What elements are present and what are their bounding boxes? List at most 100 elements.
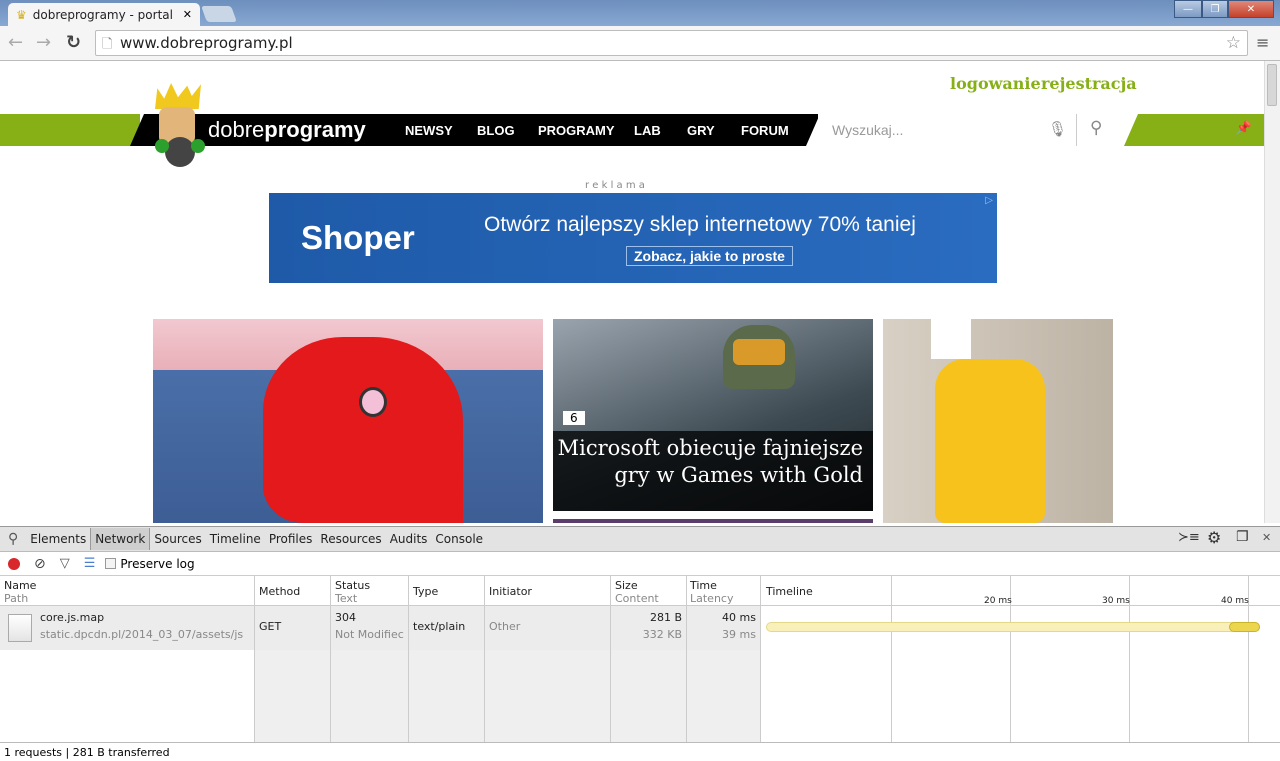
menu-icon[interactable]: ≡ <box>1256 33 1269 52</box>
tab-elements[interactable]: Elements <box>26 528 90 550</box>
header-bar-left <box>0 114 140 146</box>
scrollbar-thumb[interactable] <box>1267 64 1277 106</box>
forward-icon[interactable]: → <box>36 32 51 53</box>
request-name[interactable]: core.js.map <box>40 610 104 626</box>
header-name-label: Name <box>4 579 37 592</box>
divider <box>1076 114 1077 146</box>
article-image-dinosaur[interactable] <box>153 319 543 523</box>
header-content-label: Content <box>615 592 659 605</box>
register-link[interactable]: rejestracja <box>1041 74 1137 93</box>
title-line-1: Microsoft obiecuje fajniejsze <box>557 436 863 460</box>
back-icon[interactable]: ← <box>8 32 23 53</box>
header-size[interactable]: Size Content <box>615 579 659 605</box>
ad-cta-button[interactable]: Zobacz, jakie to proste <box>626 246 793 266</box>
timeline-latency-bar[interactable] <box>766 622 1260 632</box>
timeline-download-bar[interactable] <box>1229 622 1260 632</box>
tab-resources[interactable]: Resources <box>316 528 385 550</box>
reload-icon[interactable]: ↻ <box>66 32 81 53</box>
close-tab-icon[interactable]: ✕ <box>183 8 192 21</box>
tick-40ms: 40 ms <box>1221 596 1249 606</box>
request-path: static.dpcdn.pl/2014_03_07/assets/js <box>40 628 244 641</box>
maximize-button[interactable]: ❐ <box>1202 0 1228 18</box>
tab-title: dobreprogramy - portal ni <box>32 7 177 22</box>
dock-icon[interactable]: ❐ <box>1236 529 1249 545</box>
logo-light: dobre <box>208 117 265 142</box>
file-icon <box>8 614 32 642</box>
minimize-button[interactable]: — <box>1174 0 1202 18</box>
console-drawer-icon[interactable]: ≻≡ <box>1178 530 1200 545</box>
ad-brand: Shoper <box>301 219 415 256</box>
preserve-log-checkbox[interactable]: Preserve log <box>105 556 195 571</box>
preserve-log-label: Preserve log <box>120 556 195 571</box>
request-method: GET <box>259 620 282 633</box>
article-image-glove[interactable] <box>883 319 1113 523</box>
comment-count-badge: 6 <box>563 411 585 425</box>
tab-sources[interactable]: Sources <box>150 528 205 550</box>
address-bar[interactable]: 🗋 www.dobreprogramy.pl ☆ <box>95 30 1248 56</box>
header-bar-right: 📌 <box>1124 114 1264 146</box>
pin-icon[interactable]: 📌 <box>1236 121 1252 136</box>
nav-blog[interactable]: BLOG <box>477 123 515 138</box>
checkbox[interactable] <box>105 558 117 569</box>
site-logo-text[interactable]: dobreprogramy <box>208 117 366 143</box>
search-box[interactable]: Wyszukaj... 🎙 ⚲ <box>818 114 1138 146</box>
tab-strip: ♛ dobreprogramy - portal ni ✕ — ❐ ✕ <box>0 0 1280 26</box>
inspect-search-icon[interactable]: ⚲ <box>0 531 26 547</box>
web-page: logowanie rejestracja dobreprogramy NEWS… <box>0 61 1264 523</box>
request-initiator: Other <box>489 620 521 633</box>
microphone-icon[interactable]: 🎙 <box>1048 120 1067 138</box>
request-status-text: Not Modifiec <box>335 628 404 641</box>
browser-toolbar: ← → ↻ 🗋 www.dobreprogramy.pl ☆ ≡ <box>0 26 1280 61</box>
header-initiator[interactable]: Initiator <box>489 585 532 598</box>
browser-tab[interactable]: ♛ dobreprogramy - portal ni ✕ <box>8 3 200 26</box>
network-toolbar: ⊘ ▽ ☰ Preserve log <box>0 552 1280 575</box>
search-icon[interactable]: ⚲ <box>1090 118 1102 138</box>
clear-icon[interactable]: ⊘ <box>34 556 46 572</box>
article-image-featured[interactable]: 6 Microsoft obiecuje fajniejsze gry w Ga… <box>553 319 873 511</box>
tab-timeline[interactable]: Timeline <box>206 528 265 550</box>
close-devtools-icon[interactable]: ✕ <box>1262 531 1271 544</box>
adchoices-icon[interactable]: ▷ <box>985 195 993 206</box>
tab-console[interactable]: Console <box>431 528 487 550</box>
filter-icon[interactable]: ▽ <box>60 556 70 571</box>
nav-lab[interactable]: LAB <box>634 123 661 138</box>
ad-headline: Otwórz najlepszy sklep internetowy 70% t… <box>484 213 916 236</box>
header-timeline[interactable]: Timeline <box>766 585 813 598</box>
login-link[interactable]: logowanie <box>950 74 1041 93</box>
ad-label: r e k l a m a <box>585 180 645 191</box>
list-view-icon[interactable]: ☰ <box>84 556 96 571</box>
close-window-button[interactable]: ✕ <box>1228 0 1274 18</box>
header-type[interactable]: Type <box>413 585 438 598</box>
header-text-label: Text <box>335 592 358 605</box>
devtools-tabbar: ⚲ Elements Network Sources Timeline Prof… <box>0 527 1280 552</box>
bookmark-star-icon[interactable]: ☆ <box>1226 33 1241 53</box>
header-name[interactable]: Name Path <box>4 579 36 605</box>
header-time[interactable]: Time Latency <box>690 579 733 605</box>
nav-newsy[interactable]: NEWSY <box>405 123 453 138</box>
search-input[interactable]: Wyszukaj... <box>832 122 903 138</box>
mascot-logo[interactable] <box>153 83 205 169</box>
header-status[interactable]: Status Text <box>335 579 370 605</box>
favicon-icon: ♛ <box>16 7 27 22</box>
record-icon[interactable] <box>8 557 20 570</box>
header-size-label: Size <box>615 579 638 592</box>
request-status: 304 <box>335 611 356 624</box>
request-type: text/plain <box>413 620 466 633</box>
tick-20ms: 20 ms <box>984 596 1012 606</box>
gear-icon[interactable]: ⚙ <box>1207 528 1221 547</box>
url-text: www.dobreprogramy.pl <box>120 34 293 52</box>
header-latency-label: Latency <box>690 592 734 605</box>
tab-profiles[interactable]: Profiles <box>265 528 317 550</box>
header-method[interactable]: Method <box>259 585 300 598</box>
article-image-strip[interactable] <box>553 519 873 523</box>
nav-gry[interactable]: GRY <box>687 123 715 138</box>
new-tab-button[interactable] <box>201 6 237 22</box>
advertisement-banner[interactable]: Shoper Otwórz najlepszy sklep internetow… <box>269 193 997 283</box>
nav-forum[interactable]: FORUM <box>741 123 789 138</box>
tab-network[interactable]: Network <box>90 528 151 550</box>
featured-article-title[interactable]: Microsoft obiecuje fajniejsze gry w Game… <box>558 435 863 489</box>
devtools-panel: ⚲ Elements Network Sources Timeline Prof… <box>0 526 1280 761</box>
nav-programy[interactable]: PROGRAMY <box>538 123 615 138</box>
page-scrollbar[interactable] <box>1264 61 1280 523</box>
tab-audits[interactable]: Audits <box>386 528 432 550</box>
